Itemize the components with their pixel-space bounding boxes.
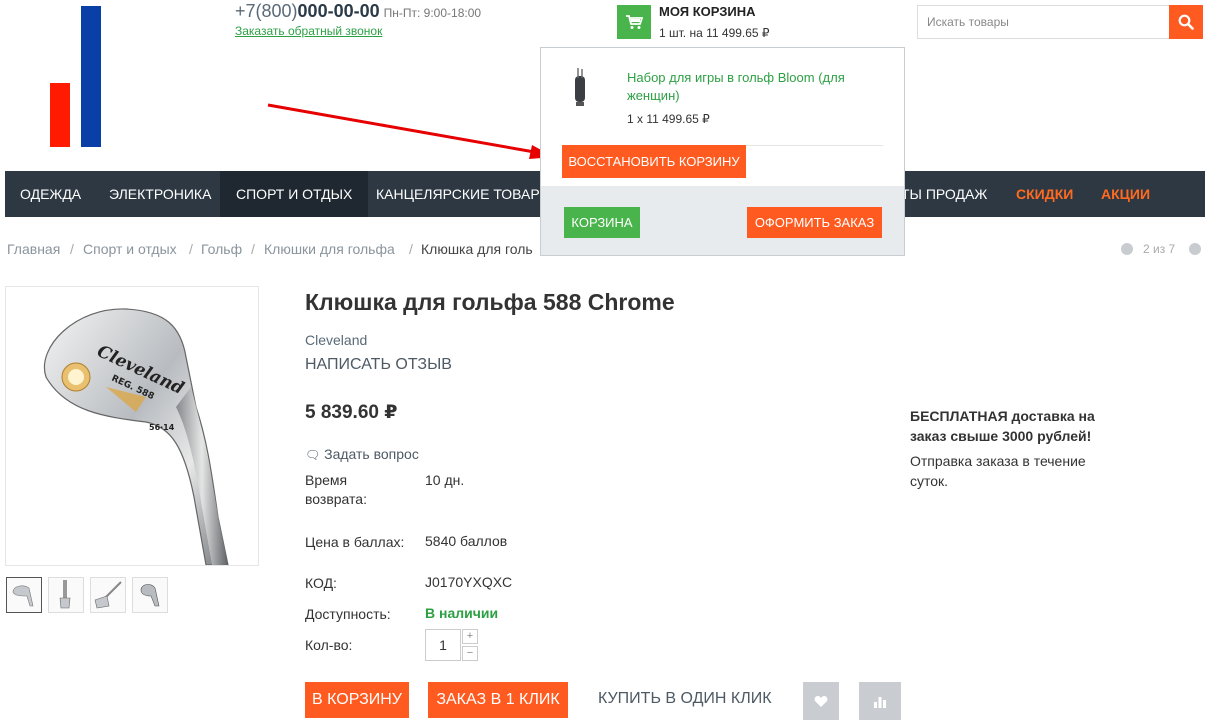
chat-icon: 🗨 xyxy=(305,448,321,462)
product-title: Клюшка для гольфа 588 Chrome xyxy=(305,289,675,315)
product-thumbnail[interactable] xyxy=(6,577,42,613)
search-icon xyxy=(1178,14,1194,30)
breadcrumb-golf-clubs[interactable]: Клюшки для гольфа xyxy=(264,241,395,257)
product-main-image[interactable]: Cleveland REG. 588 56·14 xyxy=(5,286,259,566)
quantity-input[interactable]: 1 xyxy=(425,629,461,661)
breadcrumb-golf[interactable]: Гольф xyxy=(201,241,242,257)
product-price: 5 839.60 ₽ xyxy=(305,402,398,423)
free-delivery-note: БЕСПЛАТНАЯ доставка на заказ свыше 3000 … xyxy=(910,408,1095,444)
product-pager: 2 из 7 xyxy=(1143,242,1176,256)
write-review-link[interactable]: НАПИСАТЬ ОТЗЫВ xyxy=(305,356,452,374)
logo-bar-blue xyxy=(81,6,101,147)
add-to-cart-button[interactable]: В КОРЗИНУ xyxy=(305,682,409,718)
cart-item-name[interactable]: Набор для игры в гольф Bloom (для женщин… xyxy=(627,69,877,105)
buy-one-click-link[interactable]: КУПИТЬ В ОДИН КЛИК xyxy=(598,690,772,708)
restore-cart-button[interactable]: ВОССТАНОВИТЬ КОРЗИНУ xyxy=(562,145,746,178)
cart-icon[interactable] xyxy=(617,5,651,39)
breadcrumb-separator: / xyxy=(189,241,193,257)
availability-value: В наличии xyxy=(425,605,499,621)
phone-number: 000-00-00 xyxy=(297,1,380,21)
return-period-value: 10 дн. xyxy=(425,472,465,488)
search-input[interactable] xyxy=(917,5,1170,39)
prev-product-icon[interactable] xyxy=(1121,243,1133,255)
cart-item-image[interactable] xyxy=(569,68,591,108)
product-thumbnail[interactable] xyxy=(48,577,84,613)
product-thumbnail[interactable] xyxy=(90,577,126,613)
return-period-label: Время возврата: xyxy=(305,472,367,507)
quantity-increase-button[interactable]: + xyxy=(462,629,478,644)
product-thumbnail[interactable] xyxy=(132,577,168,613)
breadcrumb-current: Клюшка для голь xyxy=(421,241,533,257)
club-loft-engraving: 56·14 xyxy=(149,423,175,432)
nav-item-bestsellers[interactable]: ТЫ ПРОДАЖ xyxy=(901,171,987,217)
quantity-decrease-button[interactable]: − xyxy=(462,646,478,661)
sku-value: J0170YXQXC xyxy=(425,574,513,590)
nav-item-sport[interactable]: СПОРТ И ОТДЫХ xyxy=(220,171,369,217)
callback-link[interactable]: Заказать обратный звонок xyxy=(235,24,382,38)
points-price-value: 5840 баллов xyxy=(425,533,508,549)
points-price-label: Цена в баллах: xyxy=(305,534,405,550)
breadcrumb-sport[interactable]: Спорт и отдых xyxy=(83,241,177,257)
sku-label: КОД: xyxy=(305,575,337,591)
compare-button[interactable] xyxy=(859,682,901,720)
next-product-icon[interactable] xyxy=(1189,243,1201,255)
ask-question-label: Задать вопрос xyxy=(324,446,419,462)
working-hours: Пн-Пт: 9:00-18:00 xyxy=(383,6,482,20)
cart-popup: Набор для игры в гольф Bloom (для женщин… xyxy=(540,47,905,256)
breadcrumb-home[interactable]: Главная xyxy=(7,241,60,257)
compare-icon xyxy=(874,696,886,708)
one-click-order-button[interactable]: ЗАКАЗ В 1 КЛИК xyxy=(428,682,568,718)
logo-bar-red xyxy=(50,83,70,147)
breadcrumb-separator: / xyxy=(251,241,255,257)
cart-item-quantity: 1 x 11 499.65 ₽ xyxy=(627,112,710,126)
nav-item-discounts[interactable]: СКИДКИ xyxy=(1016,171,1073,217)
cart-button[interactable]: КОРЗИНА xyxy=(564,207,640,238)
nav-item-promotions[interactable]: АКЦИИ xyxy=(1101,171,1150,217)
heart-icon xyxy=(814,695,828,707)
search-button[interactable] xyxy=(1169,5,1203,39)
availability-label: Доступность: xyxy=(305,606,391,622)
breadcrumb-separator: / xyxy=(70,241,74,257)
phone-prefix: +7(800) xyxy=(235,1,298,21)
product-brand-link[interactable]: Cleveland xyxy=(305,332,367,348)
dispatch-note: Отправка заказа в течение суток. xyxy=(910,453,1086,489)
nav-item-electronics[interactable]: ЭЛЕКТРОНИКА xyxy=(109,171,211,217)
nav-item-stationery[interactable]: КАНЦЕЛЯРСКИЕ ТОВАРЫ xyxy=(376,171,552,217)
wishlist-button[interactable] xyxy=(803,682,839,720)
annotation-arrow xyxy=(267,103,554,159)
breadcrumb-separator: / xyxy=(409,241,413,257)
checkout-button[interactable]: ОФОРМИТЬ ЗАКАЗ xyxy=(747,207,882,238)
cart-summary: 1 шт. на 11 499.65 ₽ xyxy=(659,26,770,40)
quantity-label: Кол-во: xyxy=(305,637,353,653)
nav-item-clothing[interactable]: ОДЕЖДА xyxy=(20,171,81,217)
header-phone: +7(800)000-00-00 Пн-Пт: 9:00-18:00 xyxy=(235,1,481,22)
ask-question-link[interactable]: 🗨 Задать вопрос xyxy=(305,446,419,462)
cart-title[interactable]: МОЯ КОРЗИНА xyxy=(659,4,756,19)
